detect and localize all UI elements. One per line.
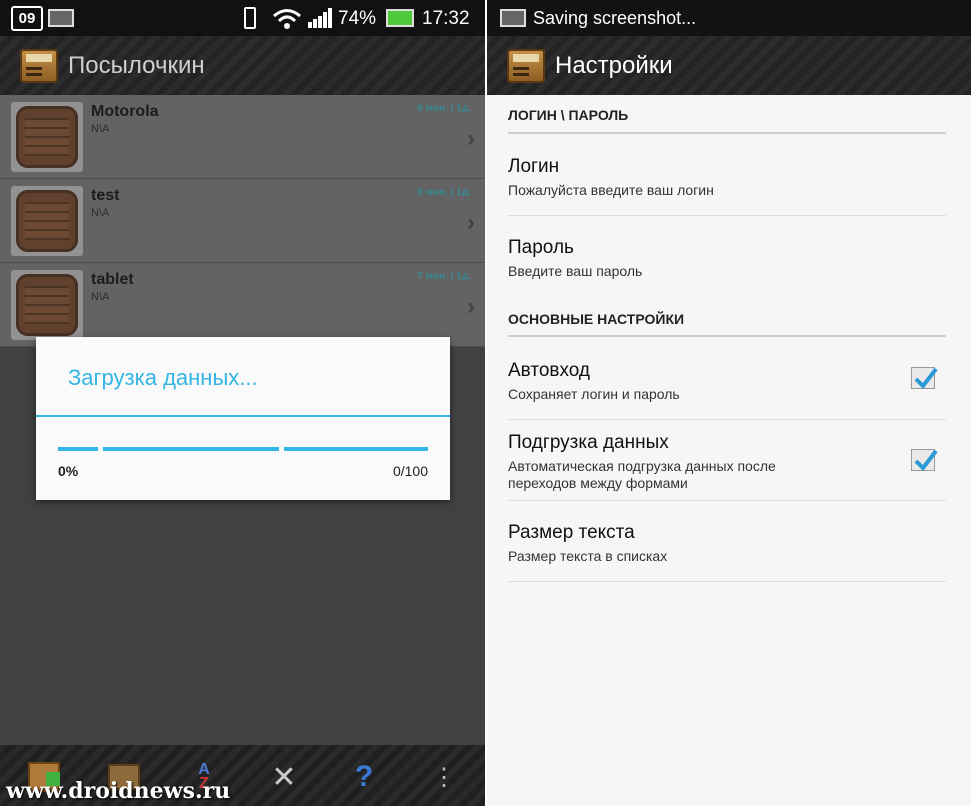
screenshot-icon xyxy=(500,9,526,27)
progress-count: 0/100 xyxy=(392,463,428,479)
section-divider xyxy=(508,132,946,134)
wifi-icon xyxy=(273,9,301,29)
pref-title: Подгрузка данных xyxy=(508,432,669,453)
battery-percent: 74% xyxy=(338,8,377,29)
pref-divider xyxy=(508,500,946,501)
autologin-preference[interactable]: Автовход Сохраняет логин и пароль xyxy=(508,360,946,403)
status-notification: Saving screenshot... xyxy=(533,8,697,28)
app-logo-icon xyxy=(20,48,58,83)
app-title: Посылочкин xyxy=(68,51,205,79)
loading-dialog: Загрузка данных... 0% 0/100 xyxy=(36,337,450,500)
section-divider xyxy=(508,335,946,337)
clock: 17:32 xyxy=(422,8,470,29)
pref-title: Автовход xyxy=(508,360,591,381)
pref-title: Пароль xyxy=(508,237,574,258)
vibrate-icon xyxy=(244,7,256,29)
pref-summary: Размер текста в списках xyxy=(508,548,668,564)
text-size-preference[interactable]: Размер текста Размер текста в списках xyxy=(508,522,946,565)
pref-divider xyxy=(508,581,946,582)
parcel-list-screen: 09 74% 17:32 Посылочкин Motorola N\A 6 м… xyxy=(0,0,485,806)
app-title: Настройки xyxy=(555,51,673,79)
password-preference[interactable]: Пароль Введите ваш пароль xyxy=(508,237,946,280)
status-bar: Saving screenshot... xyxy=(487,0,971,36)
section-header-login: ЛОГИН \ ПАРОЛЬ xyxy=(508,107,629,123)
preload-checkbox[interactable] xyxy=(911,449,938,472)
checkmark-icon xyxy=(914,367,938,390)
progress-percent: 0% xyxy=(58,463,79,479)
battery-icon xyxy=(386,9,414,27)
pref-summary-line: переходов между формами xyxy=(508,475,688,491)
pref-title: Размер текста xyxy=(508,522,635,543)
pref-divider xyxy=(508,419,946,420)
pref-summary: Введите ваш пароль xyxy=(508,263,643,279)
pref-summary: Пожалуйста введите ваш логин xyxy=(508,182,714,198)
pref-divider xyxy=(508,215,946,216)
dialog-title: Загрузка данных... xyxy=(68,365,258,390)
screenshot-icon xyxy=(48,9,74,27)
app-logo-icon xyxy=(507,48,545,83)
dialog-divider xyxy=(36,415,450,417)
preload-preference[interactable]: Подгрузка данных Автоматическая подгрузк… xyxy=(508,432,946,492)
calendar-icon: 09 xyxy=(11,6,43,31)
pref-title: Логин xyxy=(508,156,560,177)
pref-summary-line: Автоматическая подгрузка данных после xyxy=(508,458,776,474)
login-preference[interactable]: Логин Пожалуйста введите ваш логин xyxy=(508,156,946,199)
settings-tools-icon[interactable]: ✕ xyxy=(264,757,304,797)
autologin-checkbox[interactable] xyxy=(911,367,938,390)
status-bar: 09 74% 17:32 xyxy=(0,0,485,36)
watermark: www.droidnews.ru xyxy=(6,778,231,804)
overflow-menu-icon[interactable]: ⋮ xyxy=(424,757,464,797)
section-header-main: ОСНОВНЫЕ НАСТРОЙКИ xyxy=(508,311,685,327)
settings-screen: Saving screenshot... Настройки ЛОГИН \ П… xyxy=(487,0,971,806)
signal-icon xyxy=(308,8,332,28)
pref-summary: Автоматическая подгрузка данных после пе… xyxy=(508,458,946,492)
action-bar: Посылочкин xyxy=(0,36,485,95)
calendar-date: 09 xyxy=(18,10,36,27)
pref-summary: Сохраняет логин и пароль xyxy=(508,386,680,402)
help-icon[interactable]: ? xyxy=(344,757,384,797)
checkmark-icon xyxy=(914,449,938,472)
action-bar: Настройки xyxy=(487,36,971,95)
